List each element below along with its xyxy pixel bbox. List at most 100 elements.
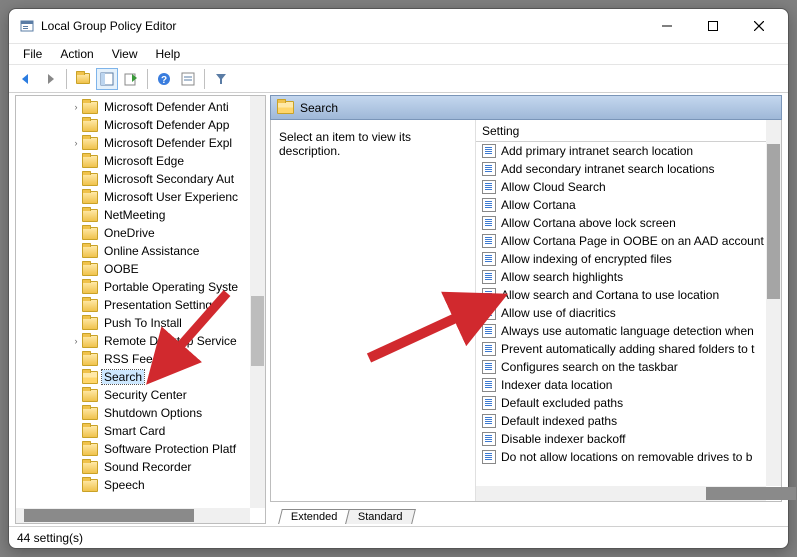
scrollbar-thumb[interactable]	[767, 144, 780, 299]
folder-icon	[82, 335, 98, 348]
setting-row[interactable]: Allow Cortana Page in OOBE on an AAD acc…	[476, 232, 766, 250]
setting-row[interactable]: Allow Cloud Search	[476, 178, 766, 196]
setting-row[interactable]: Add secondary intranet search locations	[476, 160, 766, 178]
svg-text:?: ?	[161, 75, 167, 86]
tree-item[interactable]: Portable Operating Syste	[20, 278, 250, 296]
tree-item[interactable]: ›Microsoft Defender Anti	[20, 98, 250, 116]
tree-item-label: NetMeeting	[102, 208, 167, 222]
menu-action[interactable]: Action	[52, 45, 101, 63]
app-window[interactable]: Local Group Policy Editor File Action Vi…	[8, 8, 789, 549]
tree-item[interactable]: Push To Install	[20, 314, 250, 332]
separator	[66, 69, 67, 89]
tree-item[interactable]: Microsoft Defender App	[20, 116, 250, 134]
setting-row[interactable]: Allow search highlights	[476, 268, 766, 286]
tree-item-label: Push To Install	[102, 316, 184, 330]
tree-item[interactable]: Shutdown Options	[20, 404, 250, 422]
details-body: Select an item to view its description. …	[270, 120, 782, 502]
separator	[204, 69, 205, 89]
scrollbar-thumb[interactable]	[24, 509, 194, 522]
setting-row[interactable]: Allow indexing of encrypted files	[476, 250, 766, 268]
tree-item-label: Search	[102, 370, 144, 384]
setting-row[interactable]: Prevent automatically adding shared fold…	[476, 340, 766, 358]
folder-icon	[82, 461, 98, 474]
tree-item[interactable]: Smart Card	[20, 422, 250, 440]
policy-icon	[482, 324, 496, 338]
menu-file[interactable]: File	[15, 45, 50, 63]
filter-button[interactable]	[210, 68, 232, 90]
tree-item-label: Microsoft Secondary Aut	[102, 172, 236, 186]
setting-row[interactable]: Add primary intranet search location	[476, 142, 766, 160]
tab-standard[interactable]: Standard	[346, 509, 416, 524]
setting-row[interactable]: Always use automatic language detection …	[476, 322, 766, 340]
setting-row[interactable]: Allow Cortana	[476, 196, 766, 214]
details-header: Search	[270, 95, 782, 120]
scrollbar-thumb[interactable]	[251, 296, 264, 366]
tree-item[interactable]: Speech	[20, 476, 250, 494]
export-button[interactable]	[120, 68, 142, 90]
setting-row[interactable]: Disable indexer backoff	[476, 430, 766, 448]
tree-item-label: Software Protection Platf	[102, 442, 238, 456]
tree-item[interactable]: OOBE	[20, 260, 250, 278]
up-button[interactable]	[72, 68, 94, 90]
folder-icon	[82, 209, 98, 222]
chevron-right-icon[interactable]: ›	[70, 138, 82, 148]
setting-row[interactable]: Do not allow locations on removable driv…	[476, 448, 766, 466]
settings-vertical-scrollbar[interactable]	[766, 120, 781, 486]
menu-view[interactable]: View	[104, 45, 146, 63]
tree-item[interactable]: Software Protection Platf	[20, 440, 250, 458]
menu-help[interactable]: Help	[148, 45, 189, 63]
titlebar[interactable]: Local Group Policy Editor	[9, 9, 788, 43]
policy-icon	[482, 198, 496, 212]
scrollbar-thumb[interactable]	[706, 487, 796, 500]
tree-item[interactable]: Search	[20, 368, 250, 386]
tree-item[interactable]: Online Assistance	[20, 242, 250, 260]
setting-row[interactable]: Default indexed paths	[476, 412, 766, 430]
settings-list[interactable]: Add primary intranet search locationAdd …	[476, 142, 766, 486]
folder-icon	[277, 101, 294, 114]
tree-item[interactable]: Microsoft Edge	[20, 152, 250, 170]
folder-icon	[82, 317, 98, 330]
show-hide-tree-button[interactable]	[96, 68, 118, 90]
tree-item[interactable]: ›Microsoft Defender Expl	[20, 134, 250, 152]
setting-row[interactable]: Allow use of diacritics	[476, 304, 766, 322]
tree-item[interactable]: Microsoft User Experienc	[20, 188, 250, 206]
tree-item[interactable]: OneDrive	[20, 224, 250, 242]
column-header-setting[interactable]: Setting	[476, 120, 766, 142]
app-icon	[19, 18, 35, 34]
tree-item[interactable]: Security Center	[20, 386, 250, 404]
setting-row[interactable]: Default excluded paths	[476, 394, 766, 412]
tree-item-label: Security Center	[102, 388, 189, 402]
tree-horizontal-scrollbar[interactable]	[16, 508, 250, 523]
description-column: Select an item to view its description.	[271, 120, 476, 501]
chevron-right-icon[interactable]: ›	[70, 102, 82, 112]
tree-item[interactable]: Microsoft Secondary Aut	[20, 170, 250, 188]
tree-item-label: Sound Recorder	[102, 460, 193, 474]
close-button[interactable]	[736, 11, 782, 41]
setting-row[interactable]: Allow Cortana above lock screen	[476, 214, 766, 232]
chevron-right-icon[interactable]: ›	[70, 336, 82, 346]
tab-extended[interactable]: Extended	[278, 509, 350, 524]
setting-label: Allow use of diacritics	[501, 306, 616, 320]
settings-horizontal-scrollbar[interactable]	[476, 486, 766, 501]
tree-item[interactable]: RSS Feeds	[20, 350, 250, 368]
setting-row[interactable]: Configures search on the taskbar	[476, 358, 766, 376]
policy-icon	[482, 396, 496, 410]
tree-item[interactable]: NetMeeting	[20, 206, 250, 224]
setting-label: Default indexed paths	[501, 414, 617, 428]
help-button[interactable]: ?	[153, 68, 175, 90]
setting-row[interactable]: Indexer data location	[476, 376, 766, 394]
tree-vertical-scrollbar[interactable]	[250, 96, 265, 508]
maximize-button[interactable]	[690, 11, 736, 41]
tree-item[interactable]: Presentation Settings	[20, 296, 250, 314]
policy-icon	[482, 252, 496, 266]
properties-button[interactable]	[177, 68, 199, 90]
tree-pane[interactable]: ›Microsoft Defender AntiMicrosoft Defend…	[15, 95, 266, 524]
setting-label: Allow search highlights	[501, 270, 623, 284]
details-title: Search	[300, 101, 338, 115]
minimize-button[interactable]	[644, 11, 690, 41]
forward-button[interactable]	[39, 68, 61, 90]
tree-item[interactable]: ›Remote Desktop Service	[20, 332, 250, 350]
setting-row[interactable]: Allow search and Cortana to use location	[476, 286, 766, 304]
back-button[interactable]	[15, 68, 37, 90]
tree-item[interactable]: Sound Recorder	[20, 458, 250, 476]
